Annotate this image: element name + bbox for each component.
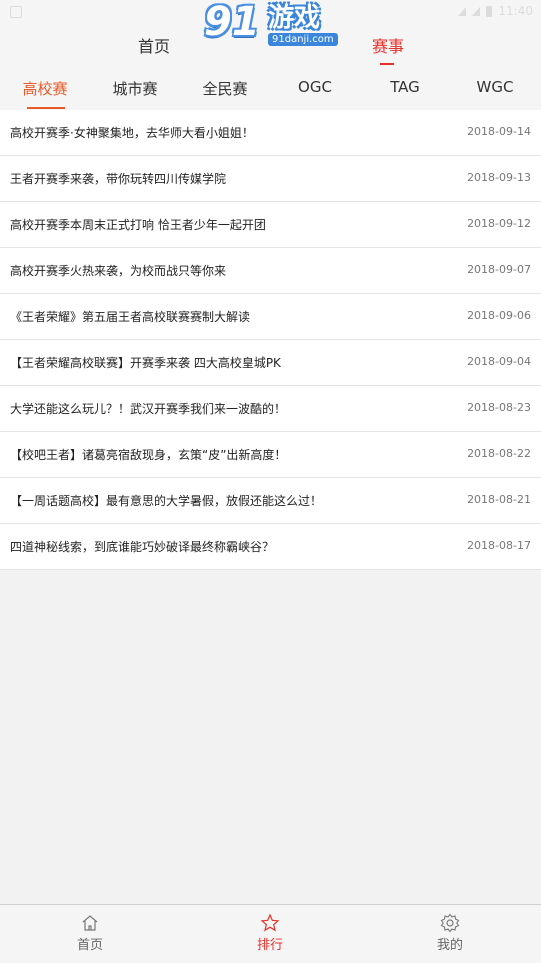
article-date: 2018-08-22 xyxy=(467,447,531,460)
list-item[interactable]: 【校吧王者】诸葛亮宿敌现身，玄策“皮”出新高度！ 2018-08-22 xyxy=(0,432,541,478)
article-title: 高校开赛季火热来袭，为校而战只等你来 xyxy=(10,264,227,278)
nav-ranking-label: 排行 xyxy=(256,938,283,953)
logo-word: 游戏 xyxy=(268,3,321,33)
article-title: 大学还能这么玩儿？！武汉开赛季我们来一波酷的！ xyxy=(10,402,287,416)
notification-icon xyxy=(10,6,22,18)
app-logo: 91 游戏 91danji.com xyxy=(204,0,340,52)
article-title: 高校开赛季本周末正式打响 恰王者少年一起开团 xyxy=(10,218,266,232)
article-date: 2018-08-23 xyxy=(467,401,531,414)
header-tab-events[interactable]: 赛事 xyxy=(372,33,404,57)
article-title: 【王者荣耀高校联赛】开赛季来袭 四大高校皇城PK xyxy=(10,356,281,370)
article-date: 2018-09-14 xyxy=(467,125,531,138)
bottom-nav: 首页 排行 我的 xyxy=(0,904,541,963)
nav-mine[interactable]: 我的 xyxy=(390,905,510,961)
logo-number: 91 xyxy=(204,0,260,45)
signal-icon xyxy=(472,6,481,16)
article-date: 2018-09-12 xyxy=(467,217,531,230)
star-icon xyxy=(260,913,280,932)
tab-category-0[interactable]: 高校赛 xyxy=(0,78,90,99)
header-tab-indicator xyxy=(380,63,394,65)
tab-category-5[interactable]: WGC xyxy=(450,78,540,96)
article-title: 四道神秘线索，到底谁能巧妙破译最终称霸峡谷？ xyxy=(10,540,275,554)
status-icons: 11:40 xyxy=(458,4,533,18)
tab-category-2[interactable]: 全民赛 xyxy=(180,78,270,99)
nav-home[interactable]: 首页 xyxy=(30,905,150,961)
gear-icon xyxy=(440,913,460,933)
list-item[interactable]: 【王者荣耀高校联赛】开赛季来袭 四大高校皇城PK 2018-09-04 xyxy=(0,340,541,386)
article-title: 【一周话题高校】最有意思的大学暑假，放假还能这么过！ xyxy=(10,494,323,508)
category-tab-indicator xyxy=(27,107,65,109)
list-item[interactable]: 高校开赛季·女神聚集地，去华师大看小姐姐！ 2018-09-14 xyxy=(0,110,541,156)
list-item[interactable]: 高校开赛季火热来袭，为校而战只等你来 2018-09-07 xyxy=(0,248,541,294)
tab-category-3[interactable]: OGC xyxy=(270,78,360,96)
article-date: 2018-09-04 xyxy=(467,355,531,368)
article-title: 《王者荣耀》第五届王者高校联赛赛制大解读 xyxy=(10,310,251,324)
battery-icon xyxy=(486,5,493,17)
header-tab-home[interactable]: 首页 xyxy=(138,33,170,57)
tab-category-1[interactable]: 城市赛 xyxy=(90,78,180,99)
nav-home-label: 首页 xyxy=(76,938,103,953)
nav-ranking[interactable]: 排行 xyxy=(210,905,330,961)
article-title: 高校开赛季·女神聚集地，去华师大看小姐姐！ xyxy=(10,126,254,140)
article-date: 2018-08-21 xyxy=(467,493,531,506)
tab-category-4[interactable]: TAG xyxy=(360,78,450,96)
list-item[interactable]: 【一周话题高校】最有意思的大学暑假，放假还能这么过！ 2018-08-21 xyxy=(0,478,541,524)
list-item[interactable]: 王者开赛季来袭，带你玩转四川传媒学院 2018-09-13 xyxy=(0,156,541,202)
status-time: 11:40 xyxy=(498,4,533,18)
home-icon xyxy=(82,915,98,931)
wifi-icon xyxy=(458,6,467,16)
article-date: 2018-08-17 xyxy=(467,539,531,552)
category-tabs: 高校赛 城市赛 全民赛 OGC TAG WGC xyxy=(0,66,541,110)
article-date: 2018-09-13 xyxy=(467,171,531,184)
list-item[interactable]: 高校开赛季本周末正式打响 恰王者少年一起开团 2018-09-12 xyxy=(0,202,541,248)
nav-mine-label: 我的 xyxy=(436,938,463,953)
article-date: 2018-09-06 xyxy=(467,309,531,322)
logo-domain: 91danji.com xyxy=(268,33,338,46)
article-title: 【校吧王者】诸葛亮宿敌现身，玄策“皮”出新高度！ xyxy=(10,448,287,462)
list-item[interactable]: 大学还能这么玩儿？！武汉开赛季我们来一波酷的！ 2018-08-23 xyxy=(0,386,541,432)
article-date: 2018-09-07 xyxy=(467,263,531,276)
list-item[interactable]: 四道神秘线索，到底谁能巧妙破译最终称霸峡谷？ 2018-08-17 xyxy=(0,524,541,570)
list-item[interactable]: 《王者荣耀》第五届王者高校联赛赛制大解读 2018-09-06 xyxy=(0,294,541,340)
article-title: 王者开赛季来袭，带你玩转四川传媒学院 xyxy=(10,172,227,186)
article-list: 高校开赛季·女神聚集地，去华师大看小姐姐！ 2018-09-14 王者开赛季来袭… xyxy=(0,110,541,570)
